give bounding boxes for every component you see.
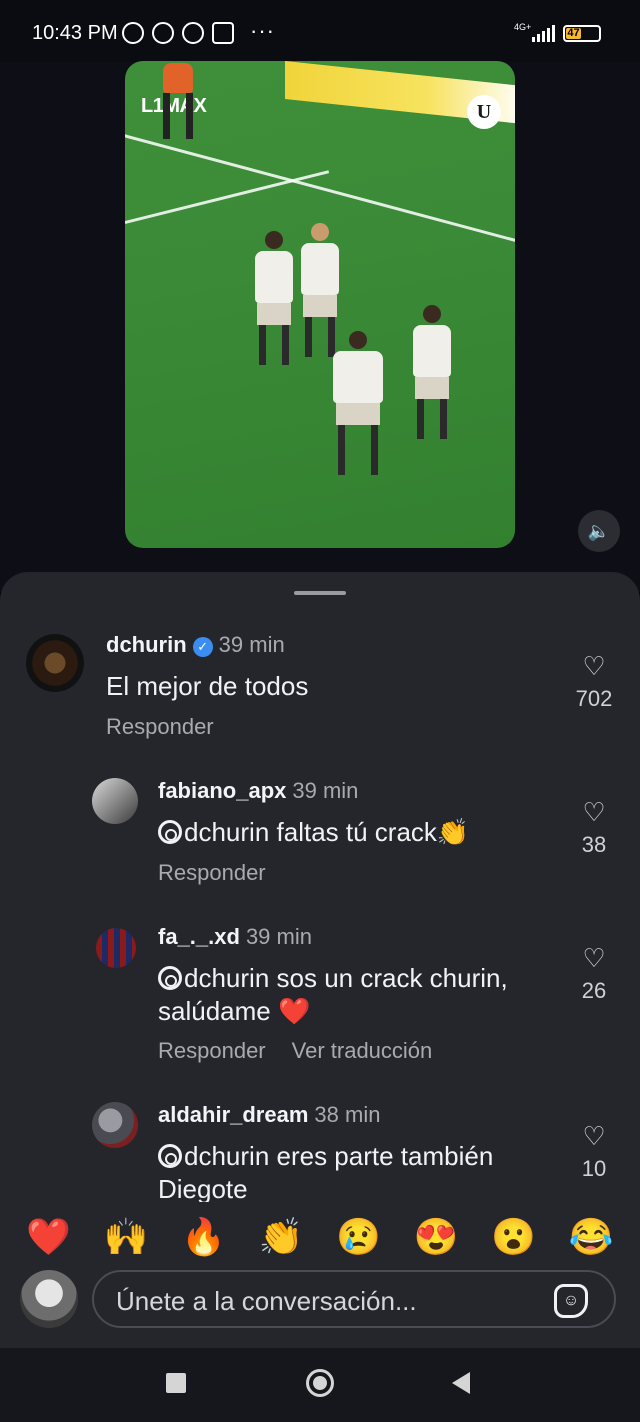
comment-username[interactable]: fabiano_apx xyxy=(158,778,286,803)
threads-icon xyxy=(158,820,182,844)
comment-mention[interactable]: dchurin xyxy=(184,1141,269,1171)
like-count: 38 xyxy=(581,832,607,857)
comment-username[interactable]: aldahir_dream xyxy=(158,1102,308,1127)
comment-actions: Responder Ver traducción xyxy=(158,1038,458,1064)
pitch-line xyxy=(125,170,330,224)
comment-actions: Responder xyxy=(106,714,240,740)
translate-button[interactable]: Ver traducción xyxy=(292,1038,433,1063)
emoji-raised-hands-button[interactable]: 🙌 xyxy=(104,1217,149,1257)
comment-time: 38 min xyxy=(314,1102,381,1127)
emoji-surprised-button[interactable]: 😮 xyxy=(491,1217,536,1257)
status-notification-icons xyxy=(122,22,234,44)
network-type: 4G+ xyxy=(514,22,532,32)
comment-text: dchurin sos un crack churin, salúdame ❤️ xyxy=(158,962,538,1028)
reply-button[interactable]: Responder xyxy=(158,1038,266,1063)
avatar[interactable] xyxy=(96,928,136,968)
comment-header: dchurin ✓ 39 min xyxy=(106,632,285,658)
comment-actions: Responder xyxy=(158,860,292,886)
club-badge: U xyxy=(467,95,501,129)
heart-icon: ♡ xyxy=(582,1121,606,1151)
reply-button[interactable]: Responder xyxy=(158,860,266,885)
comment-time: 39 min xyxy=(218,632,285,657)
emoji-heart-eyes-button[interactable]: 😍 xyxy=(414,1217,459,1257)
like-button[interactable]: ♡ 702 xyxy=(569,652,619,712)
mute-button[interactable]: 🔈 xyxy=(578,510,620,552)
player-figure xyxy=(163,61,193,139)
comment-time: 39 min xyxy=(292,778,359,803)
sticker-icon[interactable]: ☺ xyxy=(554,1284,588,1318)
emoji-heart-button[interactable]: ❤️ xyxy=(26,1217,71,1257)
avatar[interactable] xyxy=(26,634,84,692)
comment-text: El mejor de todos xyxy=(106,671,309,701)
status-bar: 10:43 PM ··· 4G+ 47 xyxy=(0,0,640,62)
heart-icon: ♡ xyxy=(582,651,606,681)
emoji-crying-button[interactable]: 😢 xyxy=(336,1217,381,1257)
comment-username[interactable]: dchurin xyxy=(106,632,187,657)
comment-username[interactable]: fa_._.xd xyxy=(158,924,240,949)
battery-level: 47 xyxy=(566,27,582,39)
comment-text: dchurin faltas tú crack👏 xyxy=(158,816,538,849)
player-figure xyxy=(413,305,451,439)
like-count: 702 xyxy=(575,686,613,711)
comment-time: 39 min xyxy=(245,924,312,949)
speaker-icon: 🔈 xyxy=(587,521,611,541)
current-user-avatar xyxy=(20,1270,78,1328)
heart-icon: ♡ xyxy=(582,797,606,827)
status-time: 10:43 PM xyxy=(32,22,118,44)
comment-input[interactable]: Únete a la conversación... ☺ xyxy=(92,1270,616,1328)
back-button[interactable] xyxy=(452,1372,470,1394)
avatar[interactable] xyxy=(92,1102,138,1148)
player-figure xyxy=(333,331,383,475)
avatar[interactable] xyxy=(92,778,138,824)
home-button[interactable] xyxy=(306,1369,334,1397)
like-button[interactable]: ♡ 38 xyxy=(569,798,619,858)
comment-header: fabiano_apx 39 min xyxy=(158,778,358,804)
system-nav-bar xyxy=(0,1348,640,1422)
reply-button[interactable]: Responder xyxy=(106,714,214,739)
gallery-icon xyxy=(212,22,234,44)
emoji-clap-button[interactable]: 👏 xyxy=(259,1217,304,1257)
heart-icon: ♡ xyxy=(582,943,606,973)
comment-header: fa_._.xd 39 min xyxy=(158,924,312,950)
recents-button[interactable] xyxy=(166,1373,186,1393)
video-player[interactable]: L1MAX U xyxy=(125,61,515,548)
whatsapp-icon xyxy=(152,22,174,44)
threads-icon xyxy=(158,966,182,990)
like-count: 10 xyxy=(581,1156,607,1181)
comment-mention[interactable]: dchurin xyxy=(184,963,269,993)
alarm-icon xyxy=(122,22,144,44)
like-button[interactable]: ♡ 26 xyxy=(569,944,619,1004)
battery-icon: 47 xyxy=(563,25,601,42)
player-figure xyxy=(255,231,293,365)
comment-input-placeholder: Únete a la conversación... xyxy=(116,1286,417,1316)
signal-icon xyxy=(532,24,555,42)
comment-header: aldahir_dream 38 min xyxy=(158,1102,380,1128)
verified-badge-icon: ✓ xyxy=(192,637,213,657)
emoji-laughing-button[interactable]: 😂 xyxy=(569,1217,614,1257)
emoji-fire-button[interactable]: 🔥 xyxy=(181,1217,226,1257)
comment-text: dchurin eres parte también Diegote xyxy=(158,1140,558,1206)
threads-icon xyxy=(158,1144,182,1168)
like-count: 26 xyxy=(581,978,607,1003)
like-button[interactable]: ♡ 10 xyxy=(569,1122,619,1182)
podcast-icon xyxy=(182,22,204,44)
more-notifications-icon: ··· xyxy=(250,18,275,43)
comment-mention[interactable]: dchurin xyxy=(184,817,269,847)
drag-handle[interactable] xyxy=(294,591,346,595)
comment-body: faltas tú crack👏 xyxy=(269,817,470,847)
comment-composer: Únete a la conversación... ☺ xyxy=(0,1262,640,1348)
